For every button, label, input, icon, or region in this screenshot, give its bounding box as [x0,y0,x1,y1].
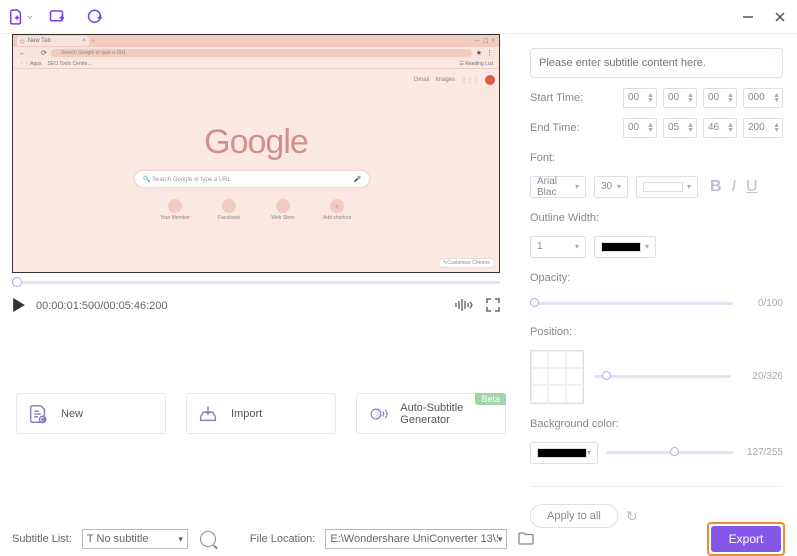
chrome-tab-title: New Tab [28,38,51,44]
search-icon[interactable] [200,531,216,547]
position-label: Position: [530,326,783,338]
close-button[interactable] [771,8,789,26]
google-search-box: 🔍 Search Google or type a URL 🎤 [135,171,369,187]
export-button[interactable]: Export [711,526,781,552]
subtitle-list-dropdown[interactable]: T No subtitle▾ [82,529,188,549]
end-ss[interactable]: 46▲▼ [703,118,737,138]
file-location-dropdown[interactable]: E:\Wondershare UniConverter 13\SubEdted▾ [325,529,507,549]
font-color-dropdown[interactable]: ▾ [636,176,698,198]
background-color-label: Background color: [530,418,783,430]
shortcut-label: Your Member [160,215,190,221]
bookmark-item: SEO Tools Centre... [48,61,92,67]
bold-button[interactable]: B [710,178,722,196]
end-mm[interactable]: 05▲▼ [663,118,697,138]
beta-badge: Beta [475,393,506,405]
seek-bar[interactable] [12,273,500,291]
start-hh[interactable]: 00▲▼ [623,88,657,108]
end-ms[interactable]: 200▲▼ [743,118,783,138]
audio-waveform-button[interactable] [454,298,474,315]
start-mm[interactable]: 00▲▼ [663,88,697,108]
fullscreen-button[interactable] [486,298,500,315]
shortcut-label: Facebook [218,215,240,221]
opacity-label: Opacity: [530,272,783,284]
auto-subtitle-label: Auto-Subtitle Generator [400,402,495,426]
start-time-label: Start Time: [530,92,583,104]
add-media-icon[interactable] [46,5,70,29]
chrome-address-bar: Search Google or type a URL [51,49,472,57]
import-button[interactable]: Import [186,393,336,434]
start-ss[interactable]: 00▲▼ [703,88,737,108]
start-ms[interactable]: 000▲▼ [743,88,783,108]
time-display: 00:00:01:500/00:05:46:200 [36,300,168,312]
background-color-dropdown[interactable]: ▾ [530,442,598,464]
font-label: Font: [530,152,783,164]
subtitle-content-input[interactable] [530,48,783,78]
auto-subtitle-button[interactable]: Beta Auto-Subtitle Generator [356,393,506,434]
reading-list: Reading List [465,61,493,67]
italic-button[interactable]: I [732,178,736,196]
new-button[interactable]: New [16,393,166,434]
bookmark-apps: Apps [30,61,41,67]
refresh-icon[interactable]: ↻ [626,508,638,525]
apply-to-all-button[interactable]: Apply to all [530,504,618,528]
font-family-dropdown[interactable]: Arial Blac▾ [530,176,586,198]
left-pane: ◇New Tab× + —☐× ←→⟳ Search Google or typ… [0,34,516,528]
customize-chrome: ✎ Customize Chrome [438,258,495,268]
footer-bar: Subtitle List: T No subtitle▾ File Locat… [0,528,797,550]
shortcut-label: Add shortcut [323,215,351,221]
play-button[interactable] [12,298,26,315]
video-preview[interactable]: ◇New Tab× + —☐× ←→⟳ Search Google or typ… [12,34,500,273]
add-url-icon[interactable] [84,5,108,29]
browse-folder-icon[interactable] [518,531,534,548]
images-link: Images [435,77,455,83]
background-opacity-value: 127/255 [741,447,783,458]
title-bar [0,0,797,34]
minimize-button[interactable] [739,8,757,26]
position-slider[interactable] [594,369,731,385]
new-label: New [61,408,83,420]
opacity-slider[interactable] [530,296,733,312]
subtitle-list-label: Subtitle List: [12,533,72,545]
opacity-value: 0/100 [741,298,783,309]
subtitle-panel: Start Time: 00▲▼ 00▲▼ 00▲▼ 000▲▼ End Tim… [516,34,797,528]
underline-button[interactable]: U [746,178,758,196]
end-hh[interactable]: 00▲▼ [623,118,657,138]
import-label: Import [231,408,262,420]
outline-width-dropdown[interactable]: 1▾ [530,236,586,258]
position-grid[interactable] [530,350,584,404]
background-opacity-slider[interactable] [606,445,733,461]
google-logo: Google [13,123,499,162]
position-value: 20/326 [741,371,783,382]
end-time-label: End Time: [530,122,580,134]
gmail-link: Gmail [414,77,430,83]
file-location-label: File Location: [250,533,315,545]
font-size-dropdown[interactable]: 30▾ [594,176,628,198]
add-file-icon[interactable] [8,5,32,29]
outline-width-label: Outline Width: [530,212,783,224]
shortcut-label: Web Store [271,215,295,221]
outline-color-dropdown[interactable]: ▾ [594,236,656,258]
